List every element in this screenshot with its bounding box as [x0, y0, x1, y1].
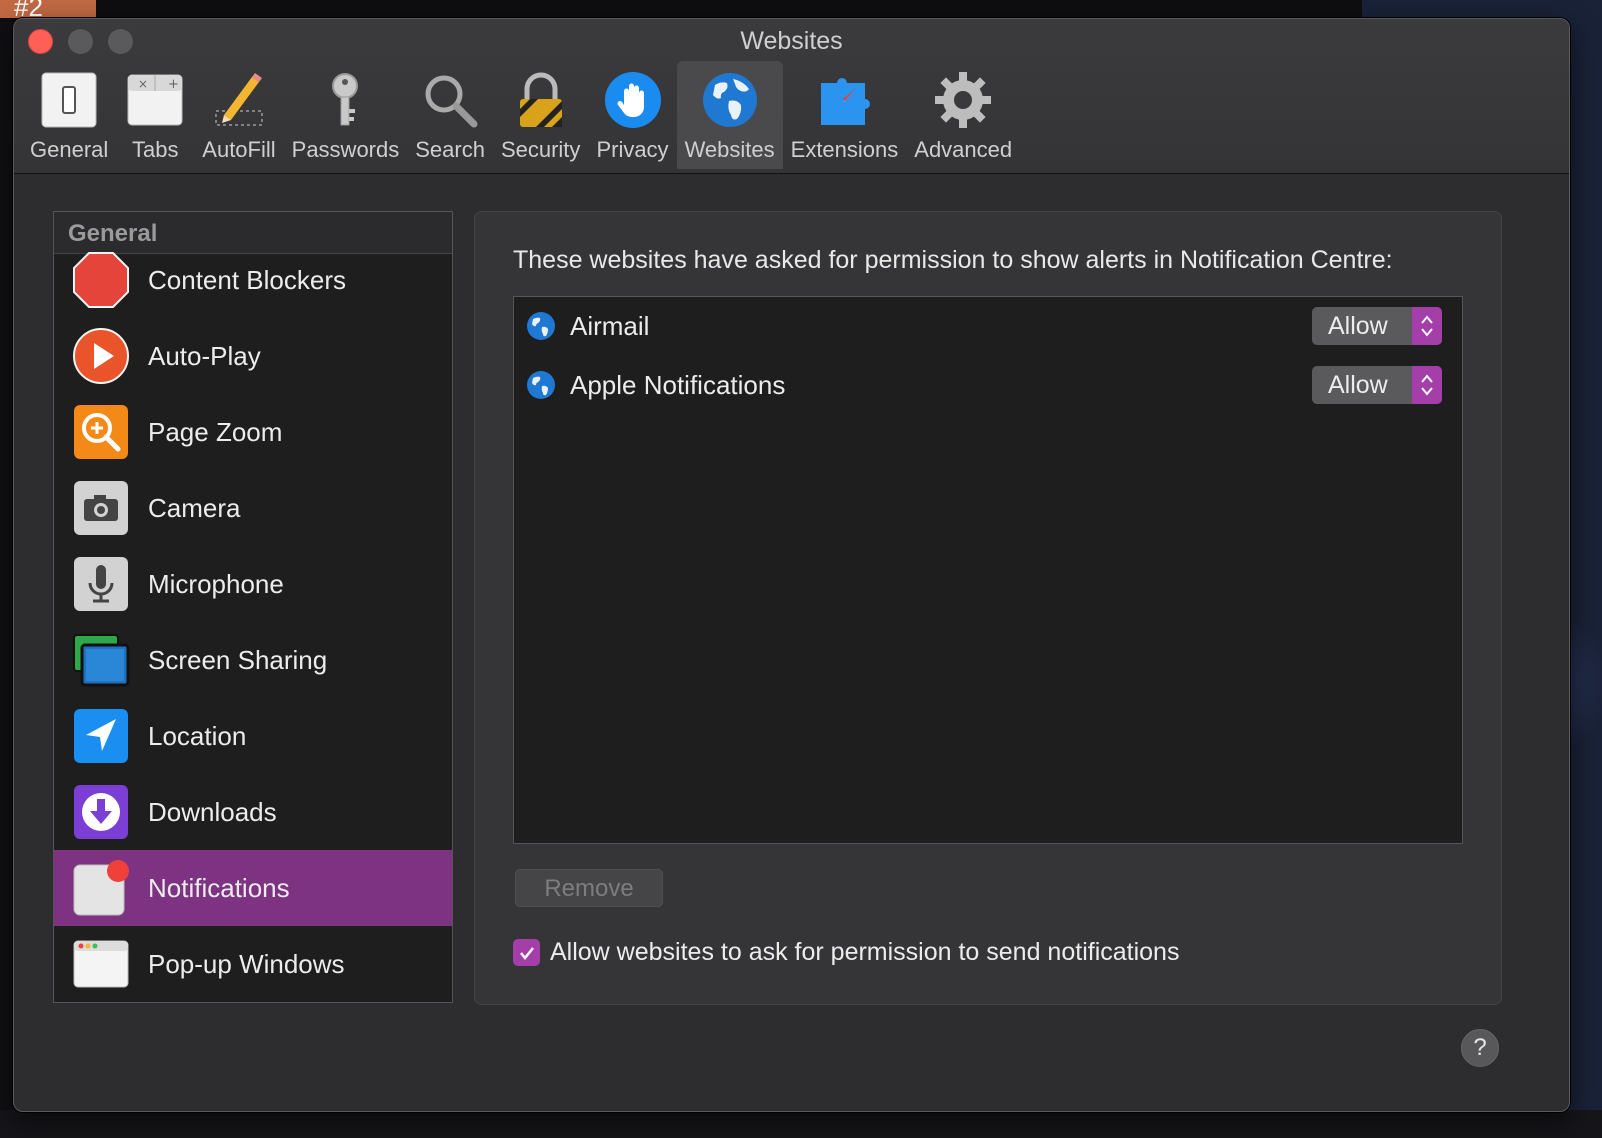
notification-badge-icon [72, 859, 130, 917]
select-value: Allow [1328, 371, 1388, 399]
sidebar-item-location[interactable]: Location [54, 698, 452, 774]
checkbox-label: Allow websites to ask for permission to … [550, 938, 1180, 966]
sidebar-item-label: Microphone [148, 568, 284, 599]
key-icon [314, 69, 376, 131]
tab-privacy[interactable]: Privacy [588, 61, 676, 169]
sidebar-item-label: Screen Sharing [148, 644, 328, 675]
site-name: Apple Notifications [570, 369, 786, 400]
select-value: Allow [1328, 312, 1388, 340]
general-switch-icon [38, 69, 100, 131]
sidebar-item-screen-sharing[interactable]: Screen Sharing [54, 622, 452, 698]
stepper-arrows-icon [1412, 307, 1442, 345]
tab-label: Websites [684, 137, 775, 162]
remove-button[interactable]: Remove [515, 869, 663, 907]
camera-icon [72, 479, 130, 537]
permission-select[interactable]: Allow [1312, 366, 1442, 404]
sidebar-item-popup-windows[interactable]: Pop-up Windows [54, 926, 452, 1002]
gear-icon [932, 69, 994, 131]
download-icon [72, 783, 130, 841]
tab-label: Advanced [914, 137, 1013, 162]
globe-icon [699, 69, 761, 131]
sidebar-item-label: Location [148, 720, 247, 751]
sidebar-item-camera[interactable]: Camera [54, 470, 452, 546]
tab-label: AutoFill [202, 137, 276, 162]
hand-icon [602, 69, 664, 131]
pencil-icon [208, 69, 270, 131]
stepper-arrows-icon [1412, 366, 1442, 404]
tab-label: Extensions [790, 137, 899, 162]
sidebar-item-label: Page Zoom [148, 416, 283, 447]
window-title: Websites [740, 27, 843, 55]
table-row[interactable]: Airmail Allow [514, 297, 1462, 355]
tab-label: Passwords [291, 137, 400, 162]
help-button[interactable]: ? [1461, 1029, 1499, 1067]
tab-advanced[interactable]: Advanced [906, 61, 1020, 169]
sidebar-item-label: Auto-Play [148, 340, 261, 371]
sidebar-item-label: Notifications [148, 872, 290, 903]
tab-label: Privacy [596, 137, 669, 162]
tab-tabs[interactable]: × + Tabs [116, 61, 194, 169]
globe-icon [527, 312, 555, 340]
tab-label: Tabs [132, 137, 179, 162]
tab-extensions[interactable]: Extensions [783, 61, 907, 169]
tab-general[interactable]: General [22, 61, 116, 169]
padlock-icon [510, 69, 572, 131]
stop-sign-icon [72, 251, 130, 309]
sidebar-item-label: Pop-up Windows [148, 948, 345, 979]
sidebar-item-content-blockers[interactable]: Content Blockers [54, 242, 452, 318]
table-row[interactable]: Apple Notifications Allow [514, 356, 1462, 414]
title-bar: Websites General × + Tabs AutoFill Passw… [14, 19, 1569, 174]
tab-label: Security [500, 137, 581, 162]
play-icon [72, 327, 130, 385]
tabs-icon: × + [124, 69, 186, 131]
svg-text:×: × [138, 77, 148, 91]
sidebar-item-label: Downloads [148, 796, 277, 827]
puzzle-compass-icon [813, 69, 875, 131]
tab-security[interactable]: Security [493, 61, 588, 169]
tab-passwords[interactable]: Passwords [284, 61, 408, 169]
popup-window-icon [72, 935, 130, 993]
checkmark-icon [519, 946, 534, 960]
tab-search[interactable]: Search [407, 61, 493, 169]
preferences-toolbar: General × + Tabs AutoFill Passwords Sear… [22, 61, 1020, 171]
allow-permission-row[interactable]: Allow websites to ask for permission to … [513, 938, 1179, 967]
sidebar-item-microphone[interactable]: Microphone [54, 546, 452, 622]
sidebar-item-auto-play[interactable]: Auto-Play [54, 318, 452, 394]
tab-autofill[interactable]: AutoFill [194, 61, 283, 169]
desktop-badge: #2 [0, 0, 96, 18]
site-name: Airmail [570, 310, 650, 341]
screen-sharing-icon [72, 631, 130, 689]
location-arrow-icon [72, 707, 130, 765]
tab-websites[interactable]: Websites [676, 61, 783, 169]
desktop-bottom [0, 1110, 1602, 1138]
tab-label: General [30, 137, 109, 162]
svg-text:+: + [168, 77, 179, 92]
microphone-icon [72, 555, 130, 613]
permission-select[interactable]: Allow [1312, 307, 1442, 345]
notifications-panel: These websites have asked for permission… [474, 211, 1502, 1005]
panel-description: These websites have asked for permission… [513, 246, 1393, 274]
tab-label: Search [415, 137, 485, 162]
sidebar-item-downloads[interactable]: Downloads [54, 774, 452, 850]
sidebar-item-notifications[interactable]: Notifications [54, 850, 452, 926]
website-settings-list: General Content Blockers Auto-Play Page … [53, 211, 453, 1003]
preferences-window: Websites General × + Tabs AutoFill Passw… [13, 18, 1570, 1112]
zoom-icon [72, 403, 130, 461]
websites-table: Airmail Allow Apple Notifications Allow [513, 296, 1463, 844]
globe-icon [527, 371, 555, 399]
magnifier-icon [419, 69, 481, 131]
sidebar-item-label: Camera [148, 492, 241, 523]
sidebar-item-page-zoom[interactable]: Page Zoom [54, 394, 452, 470]
allow-permission-checkbox[interactable] [513, 939, 540, 966]
sidebar-item-label: Content Blockers [148, 264, 346, 295]
